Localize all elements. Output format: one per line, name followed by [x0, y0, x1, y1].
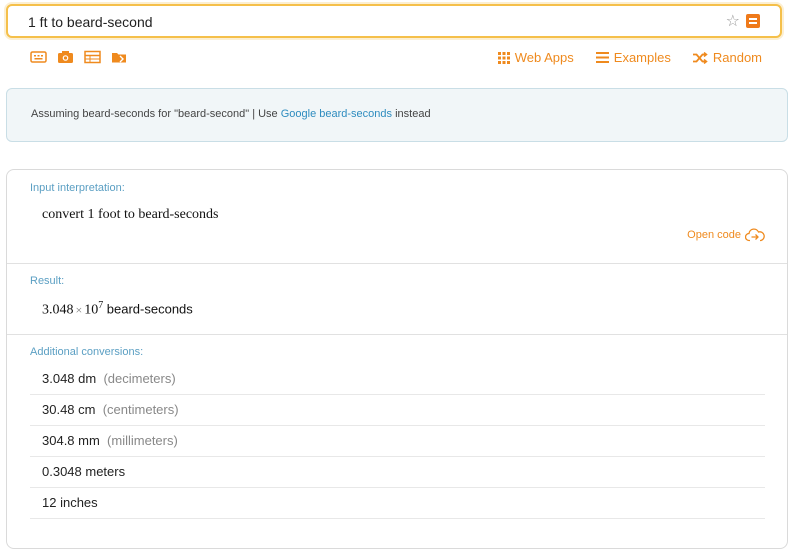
assumption-suffix: instead — [392, 108, 431, 120]
random-link[interactable]: Random — [692, 50, 762, 65]
result-base: 10 — [84, 302, 99, 318]
pod-title: Input interpretation: — [30, 182, 125, 194]
conversion-row: 30.48 cm (centimeters) — [30, 395, 765, 426]
result-mantissa: 3.048 — [42, 302, 74, 318]
web-apps-link[interactable]: Web Apps — [497, 50, 574, 65]
input-interpretation-text: convert 1 foot to beard-seconds — [42, 207, 219, 222]
conversion-text: 0.3048 meters — [42, 464, 126, 479]
results-panel: Input interpretation: convert 1 foot to … — [6, 169, 788, 549]
conversion-row: 12 inches — [30, 488, 765, 519]
menu-icon[interactable] — [746, 14, 760, 28]
shuffle-icon — [692, 51, 708, 64]
conversion-text: 30.48 cm (centimeters) — [42, 402, 179, 417]
star-icon[interactable]: ☆ — [726, 11, 740, 31]
random-label: Random — [712, 50, 762, 65]
keyboard-icon[interactable] — [30, 50, 47, 64]
cloud-arrow-icon — [745, 228, 765, 242]
input-interpretation-pod: Input interpretation: convert 1 foot to … — [7, 170, 787, 264]
open-code-label: Open code — [687, 229, 741, 241]
result-unit: beard-seconds — [106, 301, 193, 317]
examples-link[interactable]: Examples — [595, 50, 671, 65]
conversion-text: 12 inches — [42, 495, 98, 510]
result-value: 3.048 × 107 beard-seconds — [42, 300, 193, 319]
table-icon[interactable] — [84, 50, 101, 64]
conversion-text: 304.8 mm (millimeters) — [42, 433, 178, 448]
conversion-row: 304.8 mm (millimeters) — [30, 426, 765, 457]
folder-upload-icon[interactable] — [111, 50, 128, 64]
web-apps-label: Web Apps — [514, 50, 574, 65]
search-input[interactable] — [28, 12, 688, 32]
pod-title: Result: — [30, 275, 65, 287]
result-pod: Result: 3.048 × 107 beard-seconds — [7, 263, 787, 335]
top-links: Web Apps Examples Random — [497, 50, 762, 65]
grid-icon — [497, 51, 510, 64]
assumption-prefix: Assuming beard-seconds for "beard-second… — [31, 108, 281, 120]
result-exponent: 7 — [98, 300, 104, 311]
input-mode-icons — [30, 50, 128, 64]
camera-icon[interactable] — [57, 50, 74, 64]
examples-label: Examples — [613, 50, 671, 65]
conversion-row: 3.048 dm (decimeters) — [30, 364, 765, 395]
assumption-text: Assuming beard-seconds for "beard-second… — [31, 108, 431, 120]
search-bar: ☆ — [6, 4, 782, 38]
list-icon — [595, 52, 609, 63]
open-code-button[interactable]: Open code — [687, 228, 765, 242]
assumption-alternative-link[interactable]: Google beard-seconds — [281, 108, 392, 120]
conversion-text: 3.048 dm (decimeters) — [42, 371, 176, 386]
pod-title: Additional conversions: — [30, 346, 144, 358]
additional-conversions-pod: Additional conversions: 3.048 dm (decime… — [7, 334, 787, 550]
assumption-box: Assuming beard-seconds for "beard-second… — [6, 88, 788, 142]
conversion-row: 0.3048 meters — [30, 457, 765, 488]
result-times: × — [75, 302, 83, 317]
